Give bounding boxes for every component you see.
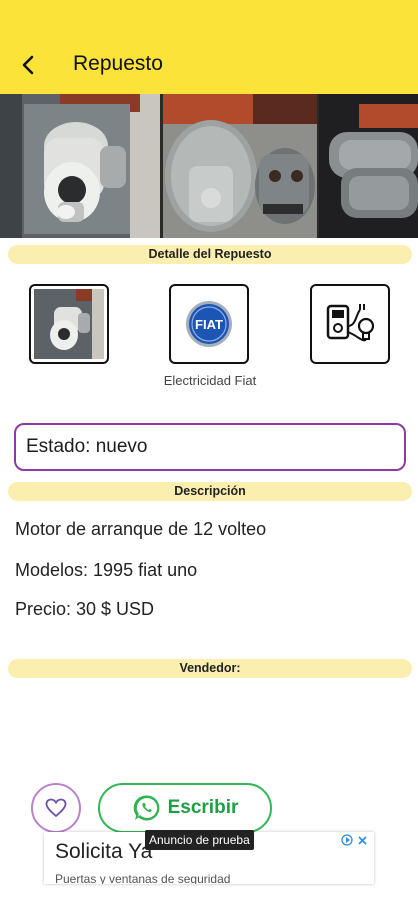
- description-line: Motor de arranque de 12 volteo: [15, 519, 267, 539]
- heart-icon: [45, 798, 67, 818]
- seller-section-title: Vendedor:: [8, 659, 412, 678]
- starter-motor-photo-1[interactable]: [0, 94, 160, 238]
- fiat-logo: FIAT: [186, 301, 232, 347]
- photo-gallery[interactable]: [0, 94, 418, 238]
- models-line: Modelos: 1995 fiat uno: [15, 560, 198, 580]
- ad-badge: Anuncio de prueba: [145, 830, 254, 850]
- starter-motor-photo-2[interactable]: [163, 94, 317, 238]
- starter-motor-photo-3[interactable]: [319, 94, 418, 238]
- estado-field: Estado: nuevo: [14, 423, 406, 471]
- whatsapp-icon: [133, 795, 159, 821]
- fiat-logo-tile[interactable]: FIAT: [169, 284, 249, 364]
- back-button[interactable]: [14, 50, 42, 80]
- part-thumbnail[interactable]: [29, 284, 109, 364]
- electric-tools-tile[interactable]: [310, 284, 390, 364]
- description-section-title: Descripción: [8, 482, 412, 501]
- ad-choices-icon[interactable]: [341, 834, 353, 846]
- whatsapp-write-button[interactable]: Escribir: [98, 783, 272, 833]
- ad-headline[interactable]: Solicita Ya: [55, 840, 152, 864]
- detail-section-title: Detalle del Repuesto: [8, 245, 412, 264]
- price-line: Precio: 30 $ USD: [15, 599, 155, 619]
- category-caption: Electricidad Fiat: [163, 373, 257, 388]
- arrow-back-icon: [22, 55, 34, 75]
- ad-subtext: Puertas y ventanas de seguridad: [55, 872, 231, 884]
- write-label: Escribir: [167, 797, 239, 818]
- app-bar: Repuesto: [0, 0, 418, 94]
- fiat-logo-text: FIAT: [195, 317, 223, 332]
- page-title: Repuesto: [73, 52, 163, 75]
- electric-tools-icon: [326, 304, 375, 342]
- favorite-button[interactable]: [31, 783, 81, 833]
- close-icon[interactable]: [357, 835, 368, 846]
